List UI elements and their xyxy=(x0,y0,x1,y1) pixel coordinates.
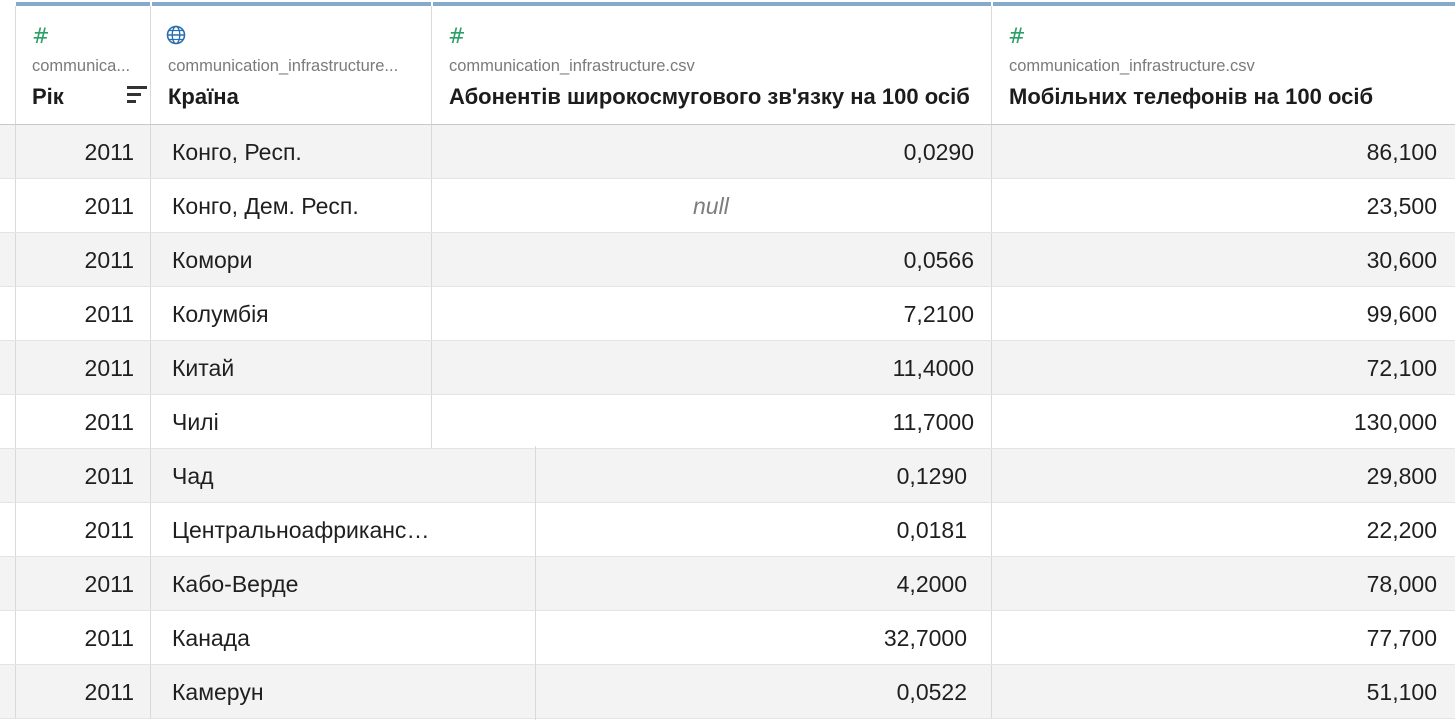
column-header-year[interactable]: # communica... Рік xyxy=(16,6,151,124)
year-cell[interactable]: 2011 xyxy=(16,557,151,610)
table-body: 2011 Конго, Респ. 0,0290 86,100 2011 Конго, Д… xyxy=(0,125,1455,719)
mobile-cell[interactable]: 22,200 xyxy=(992,503,1455,556)
country-cell[interactable]: Чад xyxy=(151,449,432,502)
column-source: communication_infrastructure.csv xyxy=(1009,57,1255,75)
country-cell[interactable]: Конго, Дем. Респ. xyxy=(151,179,432,232)
broadband-cell[interactable]: 0,0290 xyxy=(432,125,992,178)
table-row[interactable]: 2011 Камерун 0,0522 51,100 xyxy=(0,665,1455,719)
column-header-country[interactable]: communication_infrastructure... Країна xyxy=(151,6,432,124)
column-title: Рік xyxy=(32,84,64,109)
row-handle[interactable] xyxy=(0,665,16,718)
mobile-cell[interactable]: 51,100 xyxy=(992,665,1455,718)
broadband-cell[interactable]: 7,2100 xyxy=(432,287,992,340)
table-row[interactable]: 2011 Колумбія 7,2100 99,600 xyxy=(0,287,1455,341)
row-handle[interactable] xyxy=(0,179,16,232)
table-row[interactable]: 2011 Комори 0,0566 30,600 xyxy=(0,233,1455,287)
number-type-icon: # xyxy=(32,24,50,48)
broadband-cell[interactable]: 32,7000 xyxy=(432,611,992,664)
country-cell[interactable]: Чилі xyxy=(151,395,432,448)
mobile-cell[interactable]: 29,800 xyxy=(992,449,1455,502)
table-row[interactable]: 2011 Чилі 11,7000 130,000 xyxy=(0,395,1455,449)
year-cell[interactable]: 2011 xyxy=(16,503,151,556)
country-cell[interactable]: Колумбія xyxy=(151,287,432,340)
broadband-cell[interactable]: 11,7000 xyxy=(432,395,992,448)
mobile-cell[interactable]: 72,100 xyxy=(992,341,1455,394)
column-divider xyxy=(535,446,536,720)
row-handle[interactable] xyxy=(0,449,16,502)
mobile-cell[interactable]: 86,100 xyxy=(992,125,1455,178)
country-cell[interactable]: Конго, Респ. xyxy=(151,125,432,178)
table-row[interactable]: 2011 Конго, Респ. 0,0290 86,100 xyxy=(0,125,1455,179)
mobile-cell[interactable]: 30,600 xyxy=(992,233,1455,286)
column-title: Країна xyxy=(168,84,239,109)
year-cell[interactable]: 2011 xyxy=(16,395,151,448)
broadband-cell[interactable]: 0,0522 xyxy=(432,665,992,718)
row-handle[interactable] xyxy=(0,341,16,394)
broadband-cell[interactable]: 11,4000 xyxy=(432,341,992,394)
broadband-cell[interactable]: null xyxy=(432,179,992,232)
row-handle[interactable] xyxy=(0,125,16,178)
year-cell[interactable]: 2011 xyxy=(16,341,151,394)
mobile-cell[interactable]: 130,000 xyxy=(992,395,1455,448)
column-source: communication_infrastructure.csv xyxy=(449,57,695,75)
mobile-cell[interactable]: 78,000 xyxy=(992,557,1455,610)
column-header-broadband[interactable]: # communication_infrastructure.csv Абоне… xyxy=(432,6,992,124)
row-handle[interactable] xyxy=(0,503,16,556)
table-row[interactable]: 2011Центральноафриканська Респ...0,01812… xyxy=(0,503,1455,557)
broadband-cell[interactable]: 0,0566 xyxy=(432,233,992,286)
row-handle[interactable] xyxy=(0,611,16,664)
year-cell[interactable]: 2011 xyxy=(16,233,151,286)
table-row[interactable]: 2011 Канада 32,7000 77,700 xyxy=(0,611,1455,665)
table-row[interactable]: 2011 Конго, Дем. Респ. null 23,500 xyxy=(0,179,1455,233)
table-header: # communica... Рік communication_infrast… xyxy=(0,6,1455,126)
mobile-cell[interactable]: 77,700 xyxy=(992,611,1455,664)
row-handle-header xyxy=(0,6,16,124)
sort-descending-icon[interactable] xyxy=(127,86,147,106)
mobile-cell[interactable]: 23,500 xyxy=(992,179,1455,232)
column-title: Абонентів широкосмугового зв'язку на 100… xyxy=(449,84,970,109)
year-cell[interactable]: 2011 xyxy=(16,179,151,232)
number-type-icon: # xyxy=(448,24,466,48)
column-title: Мобільних телефонів на 100 осіб xyxy=(1009,84,1374,109)
row-handle[interactable] xyxy=(0,395,16,448)
broadband-cell[interactable]: 0,1290 xyxy=(432,449,992,502)
table-row[interactable]: 2011 Китай 11,4000 72,100 xyxy=(0,341,1455,395)
year-cell[interactable]: 2011 xyxy=(16,665,151,718)
country-cell[interactable]: Кабо-Верде xyxy=(151,557,432,610)
row-handle[interactable] xyxy=(0,233,16,286)
column-source: communica... xyxy=(32,57,131,75)
header-accent-bar xyxy=(0,0,1455,8)
table-row[interactable]: 2011 Чад 0,1290 29,800 xyxy=(0,449,1455,503)
number-type-icon: # xyxy=(1008,24,1026,48)
row-handle[interactable] xyxy=(0,557,16,610)
country-cell[interactable]: Канада xyxy=(151,611,432,664)
mobile-cell[interactable]: 99,600 xyxy=(992,287,1455,340)
year-cell[interactable]: 2011 xyxy=(16,287,151,340)
broadband-cell[interactable]: 4,2000 xyxy=(432,557,992,610)
country-cell[interactable]: Центральноафриканська Респ... xyxy=(151,503,432,556)
table-row[interactable]: 2011 Кабо-Верде 4,2000 78,000 xyxy=(0,557,1455,611)
year-cell[interactable]: 2011 xyxy=(16,125,151,178)
country-cell[interactable]: Китай xyxy=(151,341,432,394)
globe-icon xyxy=(166,25,186,45)
year-cell[interactable]: 2011 xyxy=(16,611,151,664)
column-source: communication_infrastructure... xyxy=(168,57,399,75)
row-handle[interactable] xyxy=(0,287,16,340)
year-cell[interactable]: 2011 xyxy=(16,449,151,502)
country-cell[interactable]: Комори xyxy=(151,233,432,286)
column-header-mobile[interactable]: # communication_infrastructure.csv Мобіл… xyxy=(992,6,1455,124)
country-cell[interactable]: Камерун xyxy=(151,665,432,718)
broadband-cell[interactable]: 0,0181 xyxy=(432,503,992,556)
